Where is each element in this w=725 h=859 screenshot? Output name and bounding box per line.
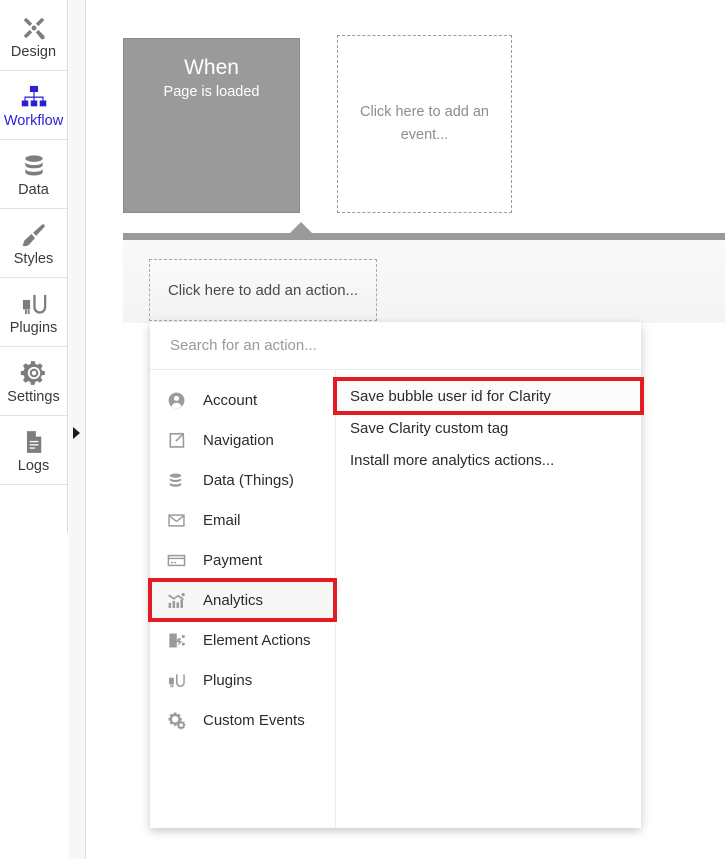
- sidebar-item-logs[interactable]: Logs: [0, 416, 67, 485]
- action-search-row: [150, 322, 641, 370]
- sidebar-item-plugins[interactable]: Plugins: [0, 278, 67, 347]
- sidebar-item-label: Design: [10, 44, 57, 61]
- plug-icon: [167, 671, 193, 690]
- action-item-save-clarity-custom-tag[interactable]: Save Clarity custom tag: [336, 412, 641, 444]
- category-item-analytics[interactable]: Analytics: [148, 578, 337, 622]
- sidebar-item-data[interactable]: Data: [0, 140, 67, 209]
- design-tools-icon: [20, 12, 48, 42]
- connector-arrow-icon: [289, 222, 313, 234]
- action-item-save-bubble-user-id[interactable]: Save bubble user id for Clarity: [333, 377, 644, 415]
- user-circle-icon: [167, 391, 193, 410]
- plug-icon: [20, 288, 48, 318]
- gears-icon: [167, 711, 193, 730]
- category-item-account[interactable]: Account: [150, 380, 335, 420]
- credit-card-icon: [167, 551, 193, 570]
- category-item-data-things[interactable]: Data (Things): [150, 460, 335, 500]
- add-event-placeholder[interactable]: Click here to add an event...: [337, 35, 512, 213]
- action-picker-dropdown: Account Navigation: [148, 322, 644, 828]
- gear-icon: [20, 357, 48, 387]
- workflow-tree-icon: [20, 81, 48, 111]
- envelope-icon: [167, 511, 193, 530]
- category-item-custom-events[interactable]: Custom Events: [150, 700, 335, 740]
- category-label: Custom Events: [203, 711, 305, 729]
- when-block-subtitle: Page is loaded: [163, 84, 260, 101]
- category-label: Plugins: [203, 671, 253, 689]
- sidebar-item-label: Styles: [13, 251, 54, 268]
- paintbrush-icon: [20, 219, 48, 249]
- when-block-title: When: [184, 56, 239, 79]
- sidebar-item-settings[interactable]: Settings: [0, 347, 67, 416]
- sidebar-item-label: Plugins: [9, 320, 58, 337]
- category-label: Navigation: [203, 431, 274, 449]
- sidebar-item-label: Workflow: [3, 113, 64, 130]
- category-label: Element Actions: [203, 631, 311, 649]
- database-icon: [21, 150, 47, 180]
- category-label: Email: [203, 511, 241, 529]
- sidebar-item-design[interactable]: Design: [0, 0, 67, 71]
- bar-chart-icon: [167, 591, 193, 610]
- category-item-element-actions[interactable]: Element Actions: [150, 620, 335, 660]
- sidebar-item-label: Settings: [7, 389, 60, 406]
- action-item-list: Save bubble user id for Clarity Save Cla…: [333, 370, 644, 828]
- action-picker-body: Account Navigation Data (Things) Email P…: [148, 370, 644, 828]
- document-icon: [21, 426, 47, 456]
- category-item-email[interactable]: Email: [150, 500, 335, 540]
- sidebar-item-workflow[interactable]: Workflow: [0, 71, 67, 140]
- action-connector-bar: [123, 233, 725, 240]
- category-label: Payment: [203, 551, 263, 569]
- action-category-list: Account Navigation Data (Things) Email P…: [148, 370, 337, 828]
- category-item-payment[interactable]: Payment: [150, 540, 335, 580]
- database-icon: [167, 471, 193, 490]
- sidebar-item-label: Logs: [17, 458, 50, 475]
- category-label: Analytics: [203, 591, 264, 609]
- category-item-navigation[interactable]: Navigation: [150, 420, 335, 460]
- category-label: Data (Things): [203, 471, 294, 489]
- category-label: Account: [203, 391, 258, 409]
- category-item-plugins[interactable]: Plugins: [150, 660, 335, 700]
- search-input[interactable]: [168, 336, 627, 355]
- left-sidebar: Design Workflow Data Styles Plugins Sett…: [0, 0, 68, 532]
- sidebar-item-label: Data: [18, 182, 49, 199]
- element-action-icon: [167, 631, 193, 650]
- action-item-install-more-analytics[interactable]: Install more analytics actions...: [336, 444, 641, 476]
- add-action-placeholder[interactable]: Click here to add an action...: [149, 259, 377, 321]
- sidebar-item-styles[interactable]: Styles: [0, 209, 67, 278]
- when-event-block[interactable]: When Page is loaded: [123, 38, 300, 213]
- share-arrow-icon: [167, 431, 193, 450]
- expand-right-arrow-icon[interactable]: [73, 427, 80, 439]
